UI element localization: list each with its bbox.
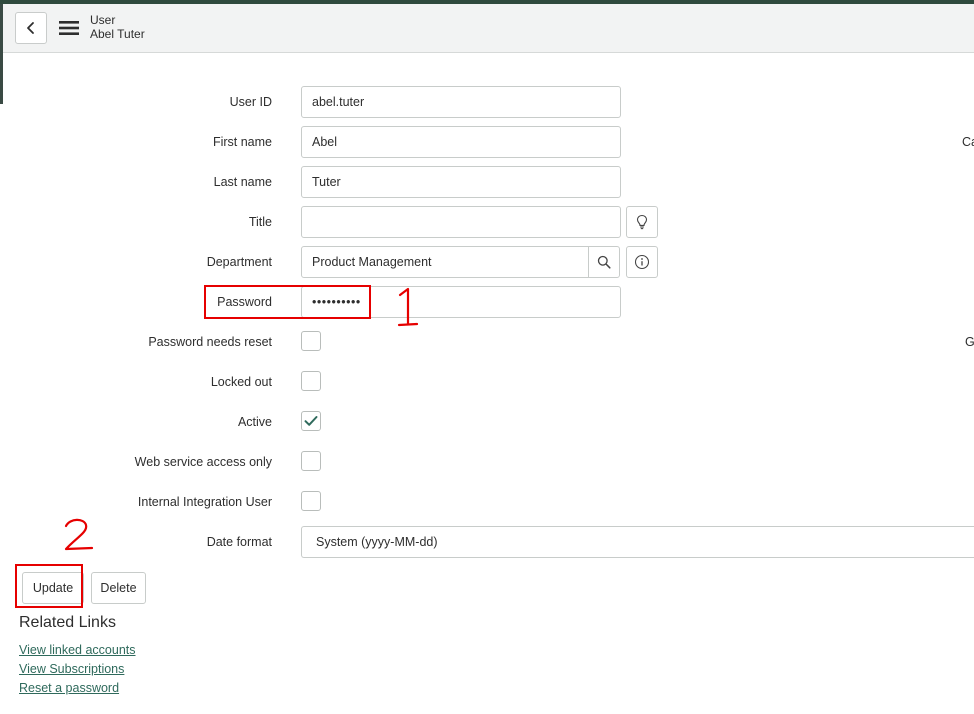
annotation-number-two xyxy=(64,518,94,551)
web-service-access-only-checkbox[interactable] xyxy=(301,451,321,471)
back-button[interactable] xyxy=(15,12,47,44)
right-column-label-clipped-2: G xyxy=(965,335,974,349)
department-lookup-button[interactable] xyxy=(588,246,620,278)
internal-integration-user-label: Internal Integration User xyxy=(137,495,272,509)
suggestion-button[interactable] xyxy=(626,206,658,238)
context-menu-button[interactable] xyxy=(58,17,80,39)
chevron-left-icon xyxy=(27,22,34,34)
date-format-label: Date format xyxy=(206,535,272,549)
password-needs-reset-label: Password needs reset xyxy=(148,335,272,349)
user-id-label: User ID xyxy=(229,95,272,109)
delete-button[interactable]: Delete xyxy=(91,572,146,604)
locked-out-label: Locked out xyxy=(210,375,272,389)
right-column-label-clipped: Ca xyxy=(962,135,974,149)
hamburger-menu-icon xyxy=(59,21,79,35)
password-needs-reset-checkbox[interactable] xyxy=(301,331,321,351)
department-label: Department xyxy=(206,255,272,269)
department-field[interactable]: Product Management xyxy=(301,246,589,278)
reset-password-link[interactable]: Reset a password xyxy=(19,681,119,695)
record-type-title: User xyxy=(90,13,116,27)
date-format-select[interactable]: System (yyyy-MM-dd) xyxy=(301,526,974,558)
annotation-number-one xyxy=(397,287,419,327)
form-header: User Abel Tuter xyxy=(3,4,974,53)
department-preview-button[interactable] xyxy=(626,246,658,278)
last-name-field[interactable]: Tuter xyxy=(301,166,621,198)
search-icon xyxy=(597,255,611,269)
title-label: Title xyxy=(248,215,272,229)
active-checkbox[interactable] xyxy=(301,411,321,431)
user-id-field[interactable]: abel.tuter xyxy=(301,86,621,118)
annotation-box-update xyxy=(15,564,83,608)
view-subscriptions-link[interactable]: View Subscriptions xyxy=(19,662,124,676)
record-display-name: Abel Tuter xyxy=(90,27,145,41)
checkmark-icon xyxy=(304,416,318,426)
view-linked-accounts-link[interactable]: View linked accounts xyxy=(19,643,136,657)
web-service-access-only-label: Web service access only xyxy=(134,455,272,469)
lightbulb-icon xyxy=(636,214,648,230)
active-label: Active xyxy=(237,415,272,429)
annotation-box-password xyxy=(204,285,371,319)
first-name-label: First name xyxy=(212,135,272,149)
info-icon xyxy=(634,254,650,270)
internal-integration-user-checkbox[interactable] xyxy=(301,491,321,511)
last-name-label: Last name xyxy=(213,175,272,189)
related-links-heading: Related Links xyxy=(19,614,116,631)
locked-out-checkbox[interactable] xyxy=(301,371,321,391)
first-name-field[interactable]: Abel xyxy=(301,126,621,158)
title-field[interactable] xyxy=(301,206,621,238)
